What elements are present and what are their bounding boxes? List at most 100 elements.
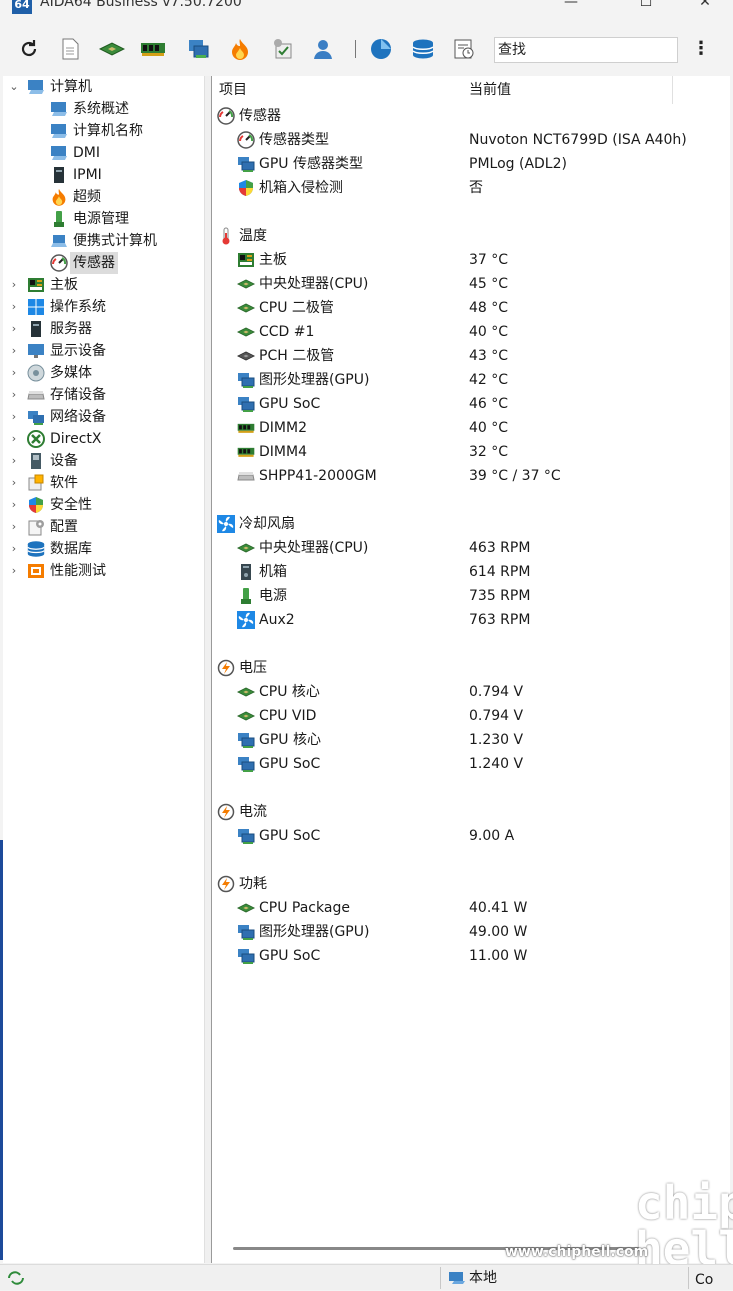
tree-item[interactable]: 计算机名称 xyxy=(50,120,143,142)
data-row-label[interactable]: 图形处理器(GPU) xyxy=(237,368,369,392)
tree-item[interactable]: DMI xyxy=(50,142,100,164)
data-row-label[interactable]: GPU 核心 xyxy=(237,728,321,752)
tree-item[interactable]: › 显示设备 xyxy=(7,340,106,362)
desktop-edge xyxy=(0,840,3,1260)
schedule-icon[interactable] xyxy=(451,36,477,62)
shield-icon xyxy=(237,179,255,197)
data-row-label[interactable]: GPU SoC xyxy=(237,824,320,848)
network-monitor-icon[interactable] xyxy=(186,36,212,62)
search-input[interactable]: 查找 xyxy=(494,37,678,63)
tree-item[interactable]: 传感器 xyxy=(50,252,118,274)
user-icon[interactable] xyxy=(310,36,336,62)
item-value: 48 °C xyxy=(469,300,509,316)
data-row-label[interactable]: CPU Package xyxy=(237,896,350,920)
tree-item-label: 超频 xyxy=(73,189,101,205)
more-options-button[interactable]: ⋮ xyxy=(690,39,712,61)
chevron-right-icon[interactable]: › xyxy=(7,362,21,384)
minimize-button[interactable]: — xyxy=(556,0,586,12)
chevron-right-icon[interactable]: › xyxy=(7,428,21,450)
tree-item[interactable]: › 存储设备 xyxy=(7,384,106,406)
tree-item[interactable]: 便携式计算机 xyxy=(50,230,157,252)
chevron-right-icon[interactable]: › xyxy=(7,384,21,406)
column-header-item[interactable]: 项目 xyxy=(219,76,247,104)
data-row-label[interactable]: SHPP41-2000GM xyxy=(237,464,377,488)
column-header-value[interactable]: 当前值 xyxy=(469,76,511,104)
tree-item[interactable]: › 服务器 xyxy=(7,318,92,340)
chevron-right-icon[interactable]: › xyxy=(7,406,21,428)
config-icon xyxy=(27,518,45,536)
data-row-label[interactable]: 中央处理器(CPU) xyxy=(237,536,368,560)
tree-item[interactable]: › 操作系统 xyxy=(7,296,106,318)
memory-icon xyxy=(237,443,255,461)
refresh-icon[interactable] xyxy=(16,36,42,62)
tree-item[interactable]: IPMI xyxy=(50,164,102,186)
navigation-tree[interactable]: ⌄ 计算机 系统概述 计算机名称 DMI IPMI 超频电源管理 便携式计算机 传感器 › 主板 › 操… xyxy=(3,76,205,1263)
tools-icon[interactable] xyxy=(270,36,296,62)
chevron-right-icon[interactable]: › xyxy=(7,538,21,560)
globe-icon[interactable] xyxy=(368,36,394,62)
tree-item[interactable]: 超频 xyxy=(50,186,101,208)
tree-item[interactable]: ⌄ 计算机 xyxy=(7,76,92,98)
section-title: 功耗 xyxy=(239,876,267,892)
chevron-right-icon[interactable]: › xyxy=(7,516,21,538)
tree-item-label: 存储设备 xyxy=(50,387,106,403)
item-label: 中央处理器(CPU) xyxy=(259,540,369,556)
chevron-right-icon[interactable]: › xyxy=(7,274,21,296)
chevron-right-icon[interactable]: › xyxy=(7,318,21,340)
data-row-label[interactable]: PCH 二极管 xyxy=(237,344,334,368)
chevron-right-icon[interactable]: › xyxy=(7,296,21,318)
tree-item[interactable]: › 设备 xyxy=(7,450,78,472)
close-button[interactable]: ✕ xyxy=(690,0,720,12)
software-icon xyxy=(27,474,45,492)
data-row-label[interactable]: 机箱 xyxy=(237,560,287,584)
tree-item[interactable]: 电源管理 xyxy=(50,208,129,230)
chevron-right-icon[interactable]: › xyxy=(7,340,21,362)
computer-icon xyxy=(448,1270,466,1290)
tree-item[interactable]: › 性能测试 xyxy=(7,560,106,582)
chevron-right-icon[interactable]: › xyxy=(7,560,21,582)
tree-item[interactable]: › 多媒体 xyxy=(7,362,92,384)
tree-item[interactable]: › 数据库 xyxy=(7,538,92,560)
item-value: 45 °C xyxy=(469,276,509,292)
data-row-label[interactable]: CCD #1 xyxy=(237,320,314,344)
tree-item[interactable]: › 网络设备 xyxy=(7,406,106,428)
tree-item[interactable]: › 主板 xyxy=(7,274,78,296)
data-row-label[interactable]: Aux2 xyxy=(237,608,295,632)
column-divider[interactable] xyxy=(672,76,673,104)
data-row-label[interactable]: GPU SoC xyxy=(237,944,320,968)
network-icon xyxy=(27,408,45,426)
data-row-label[interactable]: CPU 二极管 xyxy=(237,296,334,320)
chevron-right-icon[interactable]: › xyxy=(7,450,21,472)
memory-icon[interactable] xyxy=(140,36,166,62)
tree-item[interactable]: › 安全性 xyxy=(7,494,92,516)
chevron-right-icon[interactable]: › xyxy=(7,472,21,494)
data-row-label[interactable]: 机箱入侵检测 xyxy=(237,176,343,200)
xbox-icon xyxy=(27,430,45,448)
tree-item[interactable]: › 软件 xyxy=(7,472,78,494)
data-row-label[interactable]: GPU SoC xyxy=(237,752,320,776)
data-row-label[interactable]: 中央处理器(CPU) xyxy=(237,272,368,296)
status-refresh-icon[interactable] xyxy=(6,1269,26,1291)
tree-item[interactable]: › DirectX xyxy=(7,428,102,450)
data-row-label[interactable]: CPU 核心 xyxy=(237,680,320,704)
database-icon[interactable] xyxy=(410,36,436,62)
tree-item[interactable]: › 配置 xyxy=(7,516,78,538)
tree-item[interactable]: 系统概述 xyxy=(50,98,129,120)
cpu-chip-icon[interactable] xyxy=(99,36,125,62)
data-row-label[interactable]: CPU VID xyxy=(237,704,316,728)
data-row-label[interactable]: 图形处理器(GPU) xyxy=(237,920,369,944)
maximize-button[interactable]: ☐ xyxy=(631,0,661,12)
data-row-label[interactable]: 主板 xyxy=(237,248,287,272)
item-label: GPU SoC xyxy=(259,828,321,844)
data-row-label[interactable]: 电源 xyxy=(237,584,287,608)
data-row-label[interactable]: DIMM4 xyxy=(237,440,307,464)
section-header: 传感器 xyxy=(217,104,281,128)
report-icon[interactable] xyxy=(57,36,83,62)
flame-icon[interactable] xyxy=(227,36,253,62)
data-row-label[interactable]: 传感器类型 xyxy=(237,128,329,152)
data-row-label[interactable]: GPU 传感器类型 xyxy=(237,152,363,176)
chevron-right-icon[interactable]: › xyxy=(7,494,21,516)
data-row-label[interactable]: DIMM2 xyxy=(237,416,307,440)
chevron-down-icon[interactable]: ⌄ xyxy=(7,76,21,98)
data-row-label[interactable]: GPU SoC xyxy=(237,392,320,416)
